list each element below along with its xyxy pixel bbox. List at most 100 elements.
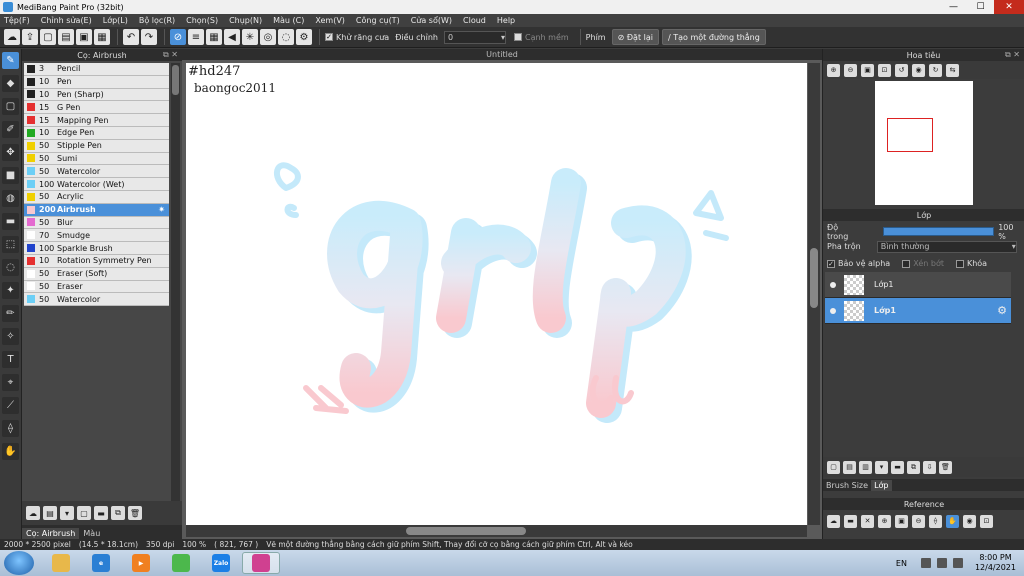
- tab-brush-size[interactable]: Brush Size: [823, 480, 871, 491]
- tab-color[interactable]: Màu: [79, 528, 104, 539]
- pen-tool-icon[interactable]: ✐: [2, 121, 19, 138]
- language-indicator[interactable]: EN: [896, 559, 907, 568]
- new-folder-icon[interactable]: ▬: [891, 460, 904, 474]
- close-icon[interactable]: ✕: [861, 514, 874, 528]
- brush-list-scrollbar[interactable]: [171, 63, 180, 503]
- network-icon[interactable]: [936, 558, 947, 568]
- cloud-icon[interactable]: ☁: [827, 514, 840, 528]
- brush-row-selected[interactable]: 200 Airbrush ✷: [24, 203, 169, 217]
- tray-up-arrow-icon[interactable]: [920, 558, 931, 568]
- text-tool-icon[interactable]: T: [2, 351, 19, 368]
- menu-tools[interactable]: Công cụ(T): [356, 16, 400, 25]
- fit-icon[interactable]: ▣: [861, 63, 874, 77]
- straight-line-button[interactable]: ∕ Tạo một đường thẳng: [661, 29, 766, 45]
- brush-row[interactable]: 50 Eraser (Soft): [24, 267, 169, 281]
- minimize-button[interactable]: —: [940, 0, 967, 14]
- snap-radial-icon[interactable]: ✳: [242, 29, 258, 45]
- soft-edge-checkbox[interactable]: [513, 33, 522, 41]
- clock[interactable]: 8:00 PM 12/4/2021: [975, 553, 1016, 573]
- folder-icon[interactable]: ▬: [94, 506, 108, 520]
- opacity-slider[interactable]: [883, 227, 995, 236]
- canvas-vertical-scrollbar[interactable]: [808, 63, 820, 525]
- menu-filter[interactable]: Bộ lọc(R): [139, 16, 175, 25]
- snap-curve-icon[interactable]: ◌: [278, 29, 294, 45]
- lock-checkbox[interactable]: [955, 259, 964, 268]
- zoom-in-icon[interactable]: ⊕: [878, 514, 891, 528]
- brush-row[interactable]: 10 Pen: [24, 75, 169, 89]
- brush-tool-icon[interactable]: ✎: [2, 52, 19, 69]
- actual-size-icon[interactable]: ⊡: [980, 514, 993, 528]
- menu-layer[interactable]: Lớp(L): [103, 16, 128, 25]
- brush-row[interactable]: 100 Sparkle Brush: [24, 242, 169, 255]
- new-file-icon[interactable]: ▢: [40, 29, 56, 45]
- antialias-checkbox[interactable]: ✓: [325, 33, 333, 41]
- delete-layer-icon[interactable]: 🗑: [939, 460, 952, 474]
- media-app[interactable]: ▶: [122, 552, 160, 574]
- move-tool-icon[interactable]: ✥: [2, 144, 19, 161]
- navigator-viewport-rect[interactable]: [887, 118, 933, 152]
- new-halftone-layer-icon[interactable]: ▤: [843, 460, 856, 474]
- volume-icon[interactable]: [952, 558, 963, 568]
- trash-icon[interactable]: 🗑: [128, 506, 142, 520]
- clipping-checkbox[interactable]: [902, 259, 911, 268]
- dot-tool-icon[interactable]: ▢: [2, 98, 19, 115]
- brush-row[interactable]: 50 Stipple Pen: [24, 139, 169, 153]
- menu-window[interactable]: Cửa sổ(W): [411, 16, 452, 25]
- ie-app[interactable]: e: [82, 552, 120, 574]
- tab-layer[interactable]: Lớp: [871, 480, 892, 491]
- start-button[interactable]: [4, 551, 34, 575]
- menu-file[interactable]: Tệp(F): [4, 16, 30, 25]
- select-eraser-icon[interactable]: ✧: [2, 328, 19, 345]
- eyedropper-icon[interactable]: ⟠: [929, 514, 942, 528]
- fit-icon[interactable]: ▣: [895, 514, 908, 528]
- save-icon[interactable]: ▣: [76, 29, 92, 45]
- menu-select[interactable]: Chọn(S): [186, 16, 218, 25]
- blend-mode-select[interactable]: Bình thường ▾: [876, 240, 1017, 253]
- shape-tool-icon[interactable]: ■: [2, 167, 19, 184]
- bucket-tool-icon[interactable]: ◍: [2, 190, 19, 207]
- duplicate-layer-icon[interactable]: ⧉: [907, 460, 920, 474]
- new-layer-icon[interactable]: ▢: [827, 460, 840, 474]
- soft-edge-toggle[interactable]: Cạnh mềm: [513, 33, 569, 42]
- eraser-tool-icon[interactable]: ◆: [2, 75, 19, 92]
- select-pen-icon[interactable]: ✏: [2, 305, 19, 322]
- menu-capture[interactable]: Chụp(N): [229, 16, 262, 25]
- copy-brush-icon[interactable]: ▢: [77, 506, 91, 520]
- brush-row[interactable]: 50 Watercolor: [24, 165, 169, 179]
- zoom-in-icon[interactable]: ⊕: [827, 63, 840, 77]
- brush-row[interactable]: 50 Watercolor: [24, 293, 169, 307]
- medibang-app[interactable]: [242, 552, 280, 574]
- hand-tool-icon[interactable]: ✋: [946, 514, 959, 528]
- scroll-thumb[interactable]: [172, 65, 179, 95]
- brush-row[interactable]: 70 Smudge: [24, 229, 169, 243]
- brush-menu-icon[interactable]: ▾: [60, 506, 74, 520]
- brush-row[interactable]: 3 Pencil: [24, 63, 169, 76]
- visibility-eye-icon[interactable]: [830, 281, 836, 288]
- correction-select[interactable]: 0 ▾: [443, 30, 506, 44]
- clipping-toggle[interactable]: Xén bớt: [902, 259, 944, 268]
- brush-row[interactable]: 100 Watercolor (Wet): [24, 178, 169, 191]
- magic-wand-icon[interactable]: ✦: [2, 282, 19, 299]
- scroll-thumb[interactable]: [406, 527, 526, 535]
- reset-view-icon[interactable]: ◉: [963, 514, 976, 528]
- canvas-horizontal-scrollbar[interactable]: [186, 525, 807, 537]
- brush-row[interactable]: 15 Mapping Pen: [24, 114, 169, 127]
- brush-row[interactable]: 10 Pen (Sharp): [24, 88, 169, 102]
- layer-menu-icon[interactable]: ▾: [875, 460, 888, 474]
- snap-parallel-icon[interactable]: ≡: [188, 29, 204, 45]
- snap-crosshatch-icon[interactable]: ▦: [206, 29, 222, 45]
- rotate-right-icon[interactable]: ↻: [929, 63, 942, 77]
- menu-cloud[interactable]: Cloud: [463, 16, 486, 25]
- hand-tool-icon[interactable]: ✋: [2, 443, 19, 460]
- panel-undock-icon[interactable]: ⧉ ✕: [163, 50, 178, 60]
- undo-icon[interactable]: ↶: [123, 29, 139, 45]
- menu-edit[interactable]: Chỉnh sửa(E): [41, 16, 92, 25]
- brush-row[interactable]: 10 Edge Pen: [24, 126, 169, 140]
- brush-row[interactable]: 50 Blur: [24, 216, 169, 230]
- close-button[interactable]: ✕: [994, 0, 1024, 14]
- menu-view[interactable]: Xem(V): [315, 16, 345, 25]
- eyedropper-icon[interactable]: ⟠: [2, 420, 19, 437]
- merge-down-icon[interactable]: ⇩: [923, 460, 936, 474]
- protect-alpha-checkbox[interactable]: ✓: [827, 259, 835, 268]
- select-tool-icon[interactable]: ⬚: [2, 236, 19, 253]
